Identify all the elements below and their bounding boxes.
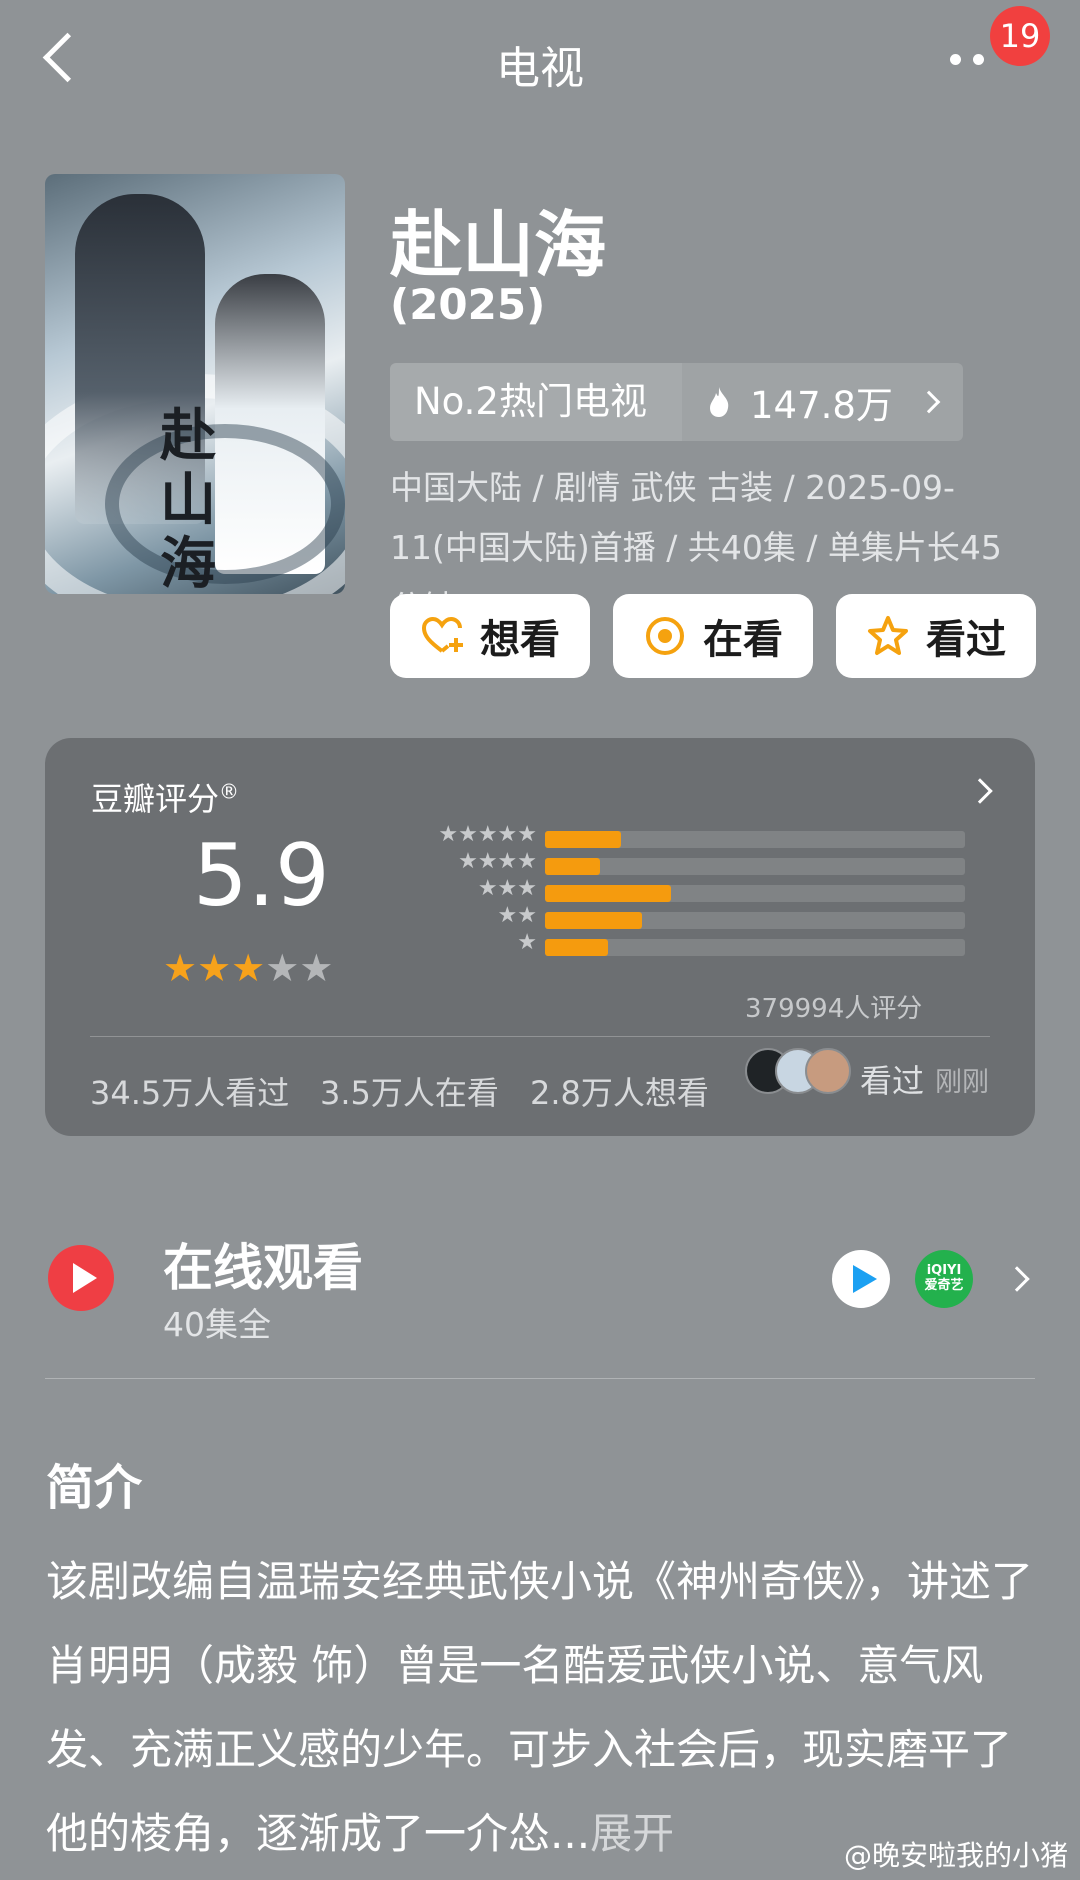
top-bar: 电视 19 (0, 0, 1080, 120)
watching-label: 在看 (703, 617, 783, 663)
distribution-track (545, 939, 965, 956)
watched-button[interactable]: 看过 (836, 594, 1036, 678)
star-empty-icon: ★ (265, 946, 300, 990)
heart-plus-icon (421, 616, 463, 653)
distribution-track (545, 885, 965, 902)
distribution-row: ★ (305, 930, 965, 958)
page-title: 电视 (496, 43, 584, 94)
distribution-track (545, 858, 965, 875)
chevron-right-icon (917, 390, 941, 414)
watching-stat: 3.5万人在看 (320, 1074, 499, 1112)
rank-badge[interactable]: No.2热门电视 147.8万 (390, 363, 963, 441)
watching-button[interactable]: 在看 (613, 594, 813, 678)
want-label: 想看 (480, 617, 560, 663)
distribution-stars: ★★★ (477, 876, 537, 901)
distribution-track (545, 831, 965, 848)
distribution-bar (545, 831, 621, 848)
iqiyi-icon[interactable]: iQIYI 爱奇艺 (915, 1250, 973, 1308)
online-watch-title[interactable]: 在线观看 (163, 1228, 363, 1300)
want-stat: 2.8万人想看 (530, 1074, 709, 1112)
target-icon (646, 617, 684, 655)
want-to-watch-button[interactable]: 想看 (390, 594, 590, 678)
distribution-stars: ★★★★★ (438, 822, 537, 847)
distribution-bar (545, 939, 608, 956)
distribution-bar (545, 858, 600, 875)
flame-icon (710, 387, 729, 417)
intro-text: 该剧改编自温瑞安经典武侠小说《神州奇侠》，讲述了肖明明（成毅 饰）曾是一名酷爱武… (46, 1540, 1046, 1876)
rating-card[interactable]: 豆瓣评分® 5.9 ★★★★★ ★★★★★ ★★★★ ★★★ ★★ ★ 379994人评… (45, 738, 1035, 1136)
distribution-track (545, 912, 965, 929)
notification-badge[interactable]: 19 (990, 6, 1050, 66)
star-filled-icon: ★ (163, 946, 198, 990)
more-menu-button[interactable] (950, 50, 1000, 65)
distribution-stars: ★★ (497, 903, 537, 928)
section-divider (45, 1378, 1035, 1379)
friends-seen-label: 看过 (860, 1062, 925, 1100)
show-year: (2025) (390, 280, 546, 329)
play-icon[interactable] (48, 1245, 114, 1311)
intro-heading: 简介 (46, 1460, 143, 1516)
votes-count: 379994人评分 (745, 994, 923, 1024)
watched-label: 看过 (926, 617, 1006, 663)
distribution-stars: ★ (517, 930, 537, 955)
distribution-stars: ★★★★ (458, 849, 537, 874)
friends-seen-time: 刚刚 (935, 1067, 989, 1098)
chevron-right-icon (967, 778, 993, 804)
distribution-row: ★★ (305, 903, 965, 931)
show-title: 赴山海 (390, 203, 607, 287)
tencent-video-icon[interactable] (832, 1250, 890, 1308)
distribution-bar (545, 885, 671, 902)
star-filled-icon: ★ (197, 946, 232, 990)
distribution-bar (545, 912, 642, 929)
poster-image[interactable]: 赴山海 (45, 174, 345, 594)
distribution-row: ★★★★★ (305, 822, 965, 850)
intro-body: 该剧改编自温瑞安经典武侠小说《神州奇侠》，讲述了肖明明（成毅 饰）曾是一名酷爱武… (46, 1557, 1034, 1858)
poster-calligraphy: 赴山海 (160, 403, 216, 594)
avatar (805, 1048, 851, 1094)
distribution-row: ★★★ (305, 876, 965, 904)
friend-avatars[interactable] (745, 1048, 855, 1096)
star-outline-icon (868, 616, 908, 655)
rating-divider (90, 1036, 990, 1037)
distribution-row: ★★★★ (305, 849, 965, 877)
star-filled-icon: ★ (231, 946, 266, 990)
online-watch-subtitle: 40集全 (163, 1305, 271, 1344)
heat-count: 147.8万 (750, 384, 893, 427)
chevron-right-icon[interactable] (1004, 1266, 1030, 1292)
rating-title: 豆瓣评分® (91, 779, 240, 818)
watched-stat: 34.5万人看过 (90, 1074, 290, 1112)
expand-link[interactable]: 展开 (590, 1809, 674, 1858)
rank-label: No.2热门电视 (390, 363, 682, 441)
watermark: @晚安啦我的小猪 (843, 1839, 1068, 1872)
